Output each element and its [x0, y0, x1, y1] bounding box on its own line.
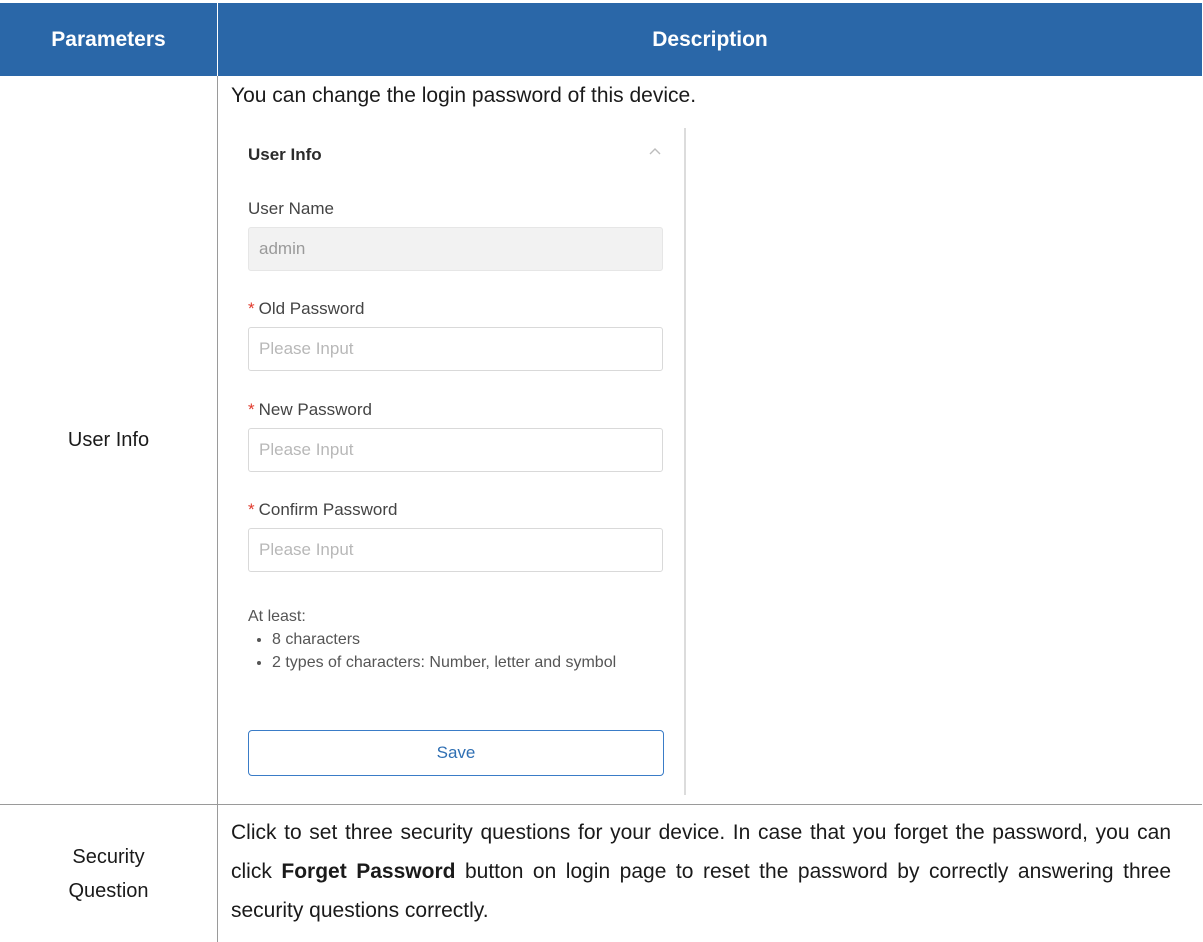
column-divider — [217, 76, 218, 942]
row-label-security-question: Security Question — [0, 805, 217, 942]
required-mark: * — [248, 400, 255, 419]
chevron-up-icon[interactable] — [648, 146, 662, 156]
panel-title: User Info — [248, 145, 322, 164]
table-header: Parameters Description — [0, 3, 1202, 76]
rule-item: 8 characters — [272, 628, 668, 651]
user-info-description: You can change the login password of thi… — [231, 84, 697, 107]
old-password-field[interactable]: Please Input — [248, 327, 663, 371]
old-password-label-text: Old Password — [258, 299, 365, 318]
rules-title: At least: — [248, 608, 306, 625]
new-password-label-text: New Password — [258, 400, 372, 419]
new-password-label: * New Password — [248, 400, 372, 420]
username-field: admin — [248, 227, 663, 271]
header-parameters: Parameters — [51, 27, 166, 51]
save-button[interactable]: Save — [248, 730, 664, 776]
security-question-description: Click to set three security questions fo… — [231, 813, 1171, 930]
username-label: User Name — [248, 199, 334, 218]
parameters-table: Parameters Description User Info You can… — [0, 0, 1202, 942]
forget-password-term: Forget Password — [281, 860, 456, 883]
header-description: Description — [652, 27, 768, 51]
password-rules: At least: 8 characters 2 types of charac… — [248, 605, 668, 674]
confirm-password-label: * Confirm Password — [248, 500, 398, 520]
rule-item: 2 types of characters: Number, letter an… — [272, 651, 668, 674]
new-password-field[interactable]: Please Input — [248, 428, 663, 472]
old-password-label: * Old Password — [248, 299, 364, 319]
confirm-password-field[interactable]: Please Input — [248, 528, 663, 572]
row-label-user-info: User Info — [67, 429, 150, 451]
confirm-password-label-text: Confirm Password — [258, 500, 398, 519]
rules-list: 8 characters 2 types of characters: Numb… — [248, 628, 668, 674]
required-mark: * — [248, 500, 255, 519]
row-label-line: Question — [68, 879, 149, 902]
row-label-line: Security — [72, 845, 145, 868]
required-mark: * — [248, 299, 255, 318]
panel-border — [684, 128, 686, 795]
